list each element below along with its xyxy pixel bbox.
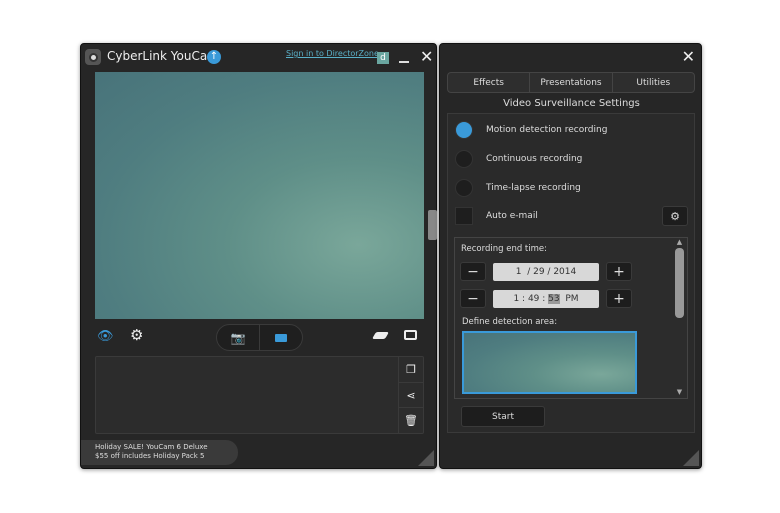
camera-preview [95,72,424,319]
end-time-label: Recording end time: [461,244,547,254]
camera-icon[interactable]: 📷 [217,325,260,350]
scrollbar-thumb[interactable] [675,248,684,318]
date-field[interactable]: 1 / 29 / 2014 [493,263,599,281]
video-camera-icon[interactable] [260,325,302,350]
resize-grip[interactable] [418,450,434,466]
resize-grip[interactable] [683,450,699,466]
trash-icon[interactable]: 🗑 [399,408,423,433]
detection-area-preview[interactable] [462,331,637,394]
promo-line-1: Holiday SALE! YouCam 6 Deluxe [95,443,208,451]
eye-icon[interactable]: 👁 [97,329,114,344]
option-label: Motion detection recording [486,125,608,135]
directorzone-icon[interactable]: d [377,52,389,64]
share-icon[interactable]: ⋖ [399,383,423,409]
date-increment-button[interactable]: + [606,262,632,281]
time-field[interactable]: 1 : 49 : 53 PM [493,290,599,308]
auto-email-checkbox[interactable] [455,207,473,225]
capture-mode-group: 📷 [216,324,303,351]
detection-area-label: Define detection area: [462,317,558,327]
close-button[interactable]: ✕ [420,47,433,66]
settings-panel: ✕ Effects Presentations Utilities Video … [439,43,702,469]
webcam-logo-icon [85,49,101,65]
gear-icon[interactable]: ⚙ [130,326,143,344]
email-settings-gear-icon[interactable]: ⚙ [662,206,688,226]
sign-in-link[interactable]: Sign in to DirectorZone [286,49,379,58]
panel-heading: Video Surveillance Settings [503,98,640,109]
option-label: Continuous recording [486,154,583,164]
app-title: CyberLink YouCam [107,49,219,63]
option-label: Time-lapse recording [486,183,581,193]
close-panel-button[interactable]: ✕ [682,47,695,66]
radio-continuous[interactable] [455,150,473,168]
recording-options-scroll: Recording end time: − 1 / 29 / 2014 + − … [454,237,688,399]
promo-banner[interactable]: Holiday SALE! YouCam 6 Deluxe $55 off in… [81,440,238,465]
resize-window-icon[interactable] [404,330,417,340]
tab-presentations[interactable]: Presentations [530,73,613,92]
youcam-main-window: CyberLink YouCam ↑ Sign in to DirectorZo… [80,43,437,469]
scrollbar[interactable]: ▲ ▼ [672,238,687,398]
tab-effects[interactable]: Effects [448,73,531,92]
media-tray: ❐ ⋖ 🗑 [95,356,424,434]
tab-utilities[interactable]: Utilities [613,73,694,92]
minimize-button[interactable] [399,61,409,63]
radio-motion-detection[interactable] [455,121,473,139]
copy-icon[interactable]: ❐ [399,357,423,383]
settings-box: Motion detection recording Continuous re… [447,113,695,433]
time-increment-button[interactable]: + [606,289,632,308]
promo-line-2: $55 off includes Holiday Pack 5 [95,452,205,460]
panel-toggle-handle[interactable] [428,210,437,240]
start-button[interactable]: Start [461,406,545,427]
update-icon[interactable]: ↑ [207,50,221,64]
auto-email-label: Auto e-mail [486,211,538,221]
eraser-icon[interactable] [371,332,390,339]
date-decrement-button[interactable]: − [460,262,486,281]
time-decrement-button[interactable]: − [460,289,486,308]
radio-time-lapse[interactable] [455,179,473,197]
